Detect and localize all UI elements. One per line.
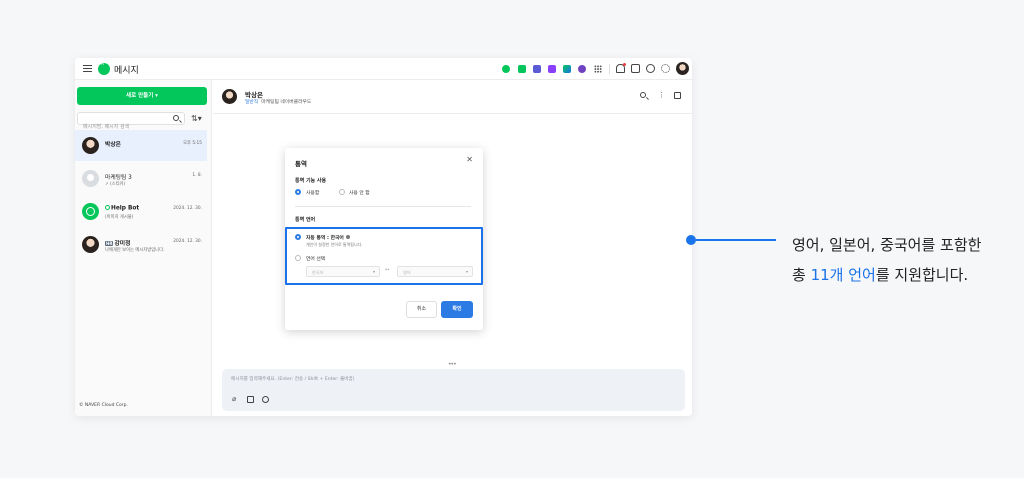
more-icon[interactable]: ⋮ xyxy=(658,92,665,99)
cancel-button[interactable]: 취소 xyxy=(406,301,437,318)
target-language-value: 영어 xyxy=(403,269,411,275)
conversation-preview-text: (스티커) xyxy=(109,182,126,187)
conversation-name: 박상은 xyxy=(105,142,121,148)
conversation-preview: 나에게만 보이는 메시지방입니다. xyxy=(105,248,165,253)
chevron-down-icon: ▾ xyxy=(372,269,375,274)
info-icon[interactable] xyxy=(345,235,350,239)
top-bar: 메시지 xyxy=(75,58,692,80)
callout-line-2: 총 11개 언어를 지원합니다. xyxy=(792,260,981,290)
source-language-select[interactable]: 한국어 ▾ xyxy=(306,266,380,277)
divider xyxy=(295,206,471,207)
chat-org: 마케팅팀 네이버클라우드 xyxy=(261,100,312,105)
radio-manual-language[interactable] xyxy=(295,255,301,261)
dept-badge: HR xyxy=(105,241,114,246)
callout-line-1: 영어, 일본어, 중국어를 포함한 xyxy=(792,236,982,254)
auto-translate-desc: 개인이 설정한 언어로 통역됩니다. xyxy=(306,242,363,247)
chat-header: 박상은 일반직 마케팅팀 네이버클라우드 ⋮ xyxy=(213,80,692,114)
search-icon[interactable] xyxy=(173,115,179,121)
copyright: © NAVER Cloud Corp. xyxy=(79,403,128,408)
conversation-preview: ⇗ (스티커) xyxy=(105,181,125,187)
talk-icon[interactable] xyxy=(502,65,510,73)
conversation-item[interactable]: HR 강미정 나에게만 보이는 메시지방입니다. 2024. 12. 30. xyxy=(75,229,207,260)
apps-grid-icon[interactable] xyxy=(594,65,602,73)
swap-icon[interactable]: ↔ xyxy=(385,267,389,273)
callout-dot xyxy=(686,235,696,245)
conversation-name-text: Help Bot xyxy=(111,205,140,212)
conversation-time: 오후 5:15 xyxy=(183,141,202,146)
search-icon[interactable] xyxy=(640,92,646,98)
radio-use-on[interactable] xyxy=(295,189,301,195)
callout-line xyxy=(696,239,776,241)
conversation-preview: (이미지 게시물) xyxy=(105,215,134,220)
chat-role: 일반직 xyxy=(245,100,259,105)
use-section-label: 통역 기능 사용 xyxy=(295,178,327,184)
avatar xyxy=(82,236,99,253)
auto-translate-label: 자동 통역 : 한국어 xyxy=(306,234,350,241)
user-avatar[interactable] xyxy=(676,62,689,75)
callout-text: 영어, 일본어, 중국어를 포함한 총 11개 언어를 지원합니다. xyxy=(792,230,981,290)
radio-use-on-label: 사용함 xyxy=(306,191,320,196)
calendar-icon[interactable] xyxy=(533,65,541,73)
settings-icon[interactable] xyxy=(661,64,670,73)
chat-subtitle: 일반직 마케팅팀 네이버클라우드 xyxy=(245,98,311,105)
shield-icon[interactable] xyxy=(578,65,586,73)
confirm-button[interactable]: 확인 xyxy=(441,301,473,318)
resize-handle[interactable]: ••• xyxy=(448,361,457,368)
org-chart-icon[interactable] xyxy=(631,64,640,73)
toolbar-divider xyxy=(609,64,610,74)
mail-icon[interactable] xyxy=(518,65,526,73)
close-icon[interactable]: ✕ xyxy=(466,156,473,164)
bot-badge-icon xyxy=(105,205,110,210)
conversation-time: 2024. 12. 30. xyxy=(173,206,202,211)
sticker-icon[interactable] xyxy=(247,396,254,403)
radio-use-off[interactable] xyxy=(339,189,345,195)
chat-avatar[interactable] xyxy=(222,89,237,104)
callout-line-2-post: 를 지원합니다. xyxy=(875,266,969,284)
message-input[interactable]: 메시지를 입력해주세요. (Enter: 전송 / Shift + Enter:… xyxy=(231,376,355,382)
talk-logo-icon xyxy=(98,60,110,75)
translation-dialog: 통역 ✕ 통역 기능 사용 사용함 사용 안 함 통역 언어 자동 통역 : 한… xyxy=(285,148,483,330)
sort-icon[interactable]: ⇅▾ xyxy=(191,115,202,123)
radio-use-off-label: 사용 안 함 xyxy=(349,191,370,196)
target-language-select[interactable]: 영어 ▾ xyxy=(397,266,473,277)
conversation-time: 1. 8. xyxy=(192,173,202,178)
manual-language-label: 언어 선택 xyxy=(306,257,326,262)
conversation-name: Help Bot xyxy=(105,205,139,212)
new-message-button[interactable]: 새로 만들기 ▾ xyxy=(77,87,207,105)
group-avatar xyxy=(82,170,99,187)
conversation-name: HR 강미정 xyxy=(105,238,130,247)
panel-toggle-icon[interactable] xyxy=(674,92,681,99)
dialog-title: 통역 xyxy=(295,160,307,168)
message-composer[interactable]: 메시지를 입력해주세요. (Enter: 전송 / Shift + Enter:… xyxy=(222,369,685,411)
source-language-value: 한국어 xyxy=(312,269,324,275)
sidebar: 새로 만들기 ▾ ⇅▾ 박상은 오후 5:15 마케팅팀 3 ⇗ (스티커) 1… xyxy=(75,80,212,416)
app-title: 메시지 xyxy=(114,66,139,76)
help-icon[interactable] xyxy=(646,64,655,73)
conversation-item[interactable]: 박상은 오후 5:15 xyxy=(75,130,207,161)
menu-icon[interactable] xyxy=(83,65,92,72)
conversation-name: 마케팅팀 3 xyxy=(105,175,132,181)
emoji-icon[interactable] xyxy=(262,396,269,403)
radio-auto-translate[interactable] xyxy=(295,234,301,240)
search-field[interactable] xyxy=(77,112,185,133)
avatar xyxy=(82,137,99,154)
conversation-time: 2024. 12. 30. xyxy=(173,239,202,244)
conversation-item[interactable]: Help Bot (이미지 게시물) 2024. 12. 30. xyxy=(75,196,207,227)
note-icon[interactable] xyxy=(548,65,556,73)
callout-line-2-pre: 총 xyxy=(792,266,811,284)
lang-section-label: 통역 언어 xyxy=(295,217,316,223)
attach-icon[interactable]: ⌀ xyxy=(232,396,239,403)
drive-icon[interactable] xyxy=(563,65,571,73)
bot-avatar xyxy=(82,203,99,220)
conversation-item[interactable]: 마케팅팀 3 ⇗ (스티커) 1. 8. xyxy=(75,163,207,194)
chevron-down-icon: ▾ xyxy=(465,269,468,274)
callout-accent: 11개 언어 xyxy=(810,266,876,284)
notification-dot xyxy=(623,63,626,66)
auto-translate-text: 자동 통역 : 한국어 xyxy=(306,236,344,241)
